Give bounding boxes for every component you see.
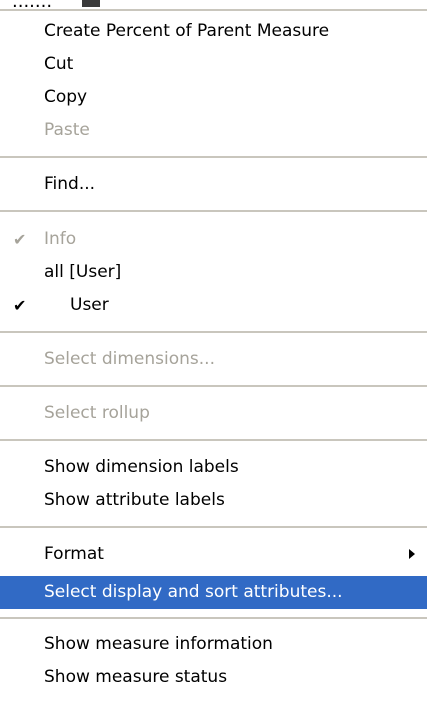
menu-item-label: all [User] [44, 262, 122, 282]
menu-item-label: Show measure status [44, 667, 228, 687]
menu-item-find[interactable]: Find... [0, 168, 427, 201]
menu-separator [0, 617, 427, 619]
menu-item-show-attribute-labels[interactable]: Show attribute labels [0, 484, 427, 517]
menu-item-label: Show dimension labels [44, 457, 239, 477]
menu-separator [0, 385, 427, 387]
menu-item-select-rollup: Select rollup [0, 397, 427, 430]
menu-item-all-user[interactable]: all [User] [0, 256, 427, 289]
menu-item-label: Select display and sort attributes... [44, 582, 343, 602]
menu-item-label: Paste [44, 120, 90, 140]
menu-item-create-percent-of-parent-measure[interactable]: Create Percent of Parent Measure [0, 15, 427, 48]
menu-item-select-dimensions: Select dimensions... [0, 343, 427, 376]
menu-item-label: Show attribute labels [44, 490, 225, 510]
menu-item-info: ✔ Info [0, 223, 427, 256]
menu-item-label: Cut [44, 54, 74, 74]
menu-item-label: Find... [44, 174, 96, 194]
menu-separator [0, 331, 427, 333]
menu-item-format[interactable]: Format [0, 538, 427, 571]
submenu-arrow-icon [409, 549, 415, 559]
menu-item-show-measure-status[interactable]: Show measure status [0, 661, 427, 694]
menu-item-select-display-and-sort-attributes[interactable]: Select display and sort attributes... [0, 576, 427, 609]
menu-item-label: Format [44, 544, 104, 564]
menu-item-copy[interactable]: Copy [0, 81, 427, 114]
menu-item-label: Show measure information [44, 634, 273, 654]
menu-item-cut[interactable]: Cut [0, 48, 427, 81]
menu-item-user[interactable]: ✔ User [0, 289, 427, 322]
menu-item-show-dimension-labels[interactable]: Show dimension labels [0, 451, 427, 484]
check-icon: ✔ [13, 296, 27, 315]
menu-separator [0, 156, 427, 158]
check-icon: ✔ [13, 230, 27, 249]
menu-item-show-measure-information[interactable]: Show measure information [0, 628, 427, 661]
menu-separator [0, 526, 427, 528]
menu-item-label: Select rollup [44, 403, 150, 423]
menu-separator [0, 210, 427, 212]
menu-item-paste: Paste [0, 114, 427, 147]
menu-separator [0, 439, 427, 441]
background-icon [82, 0, 100, 7]
menu-item-label: Select dimensions... [44, 349, 215, 369]
menu-item-label: Copy [44, 87, 88, 107]
menu-item-label: Create Percent of Parent Measure [44, 21, 330, 41]
context-menu: Create Percent of Parent Measure Cut Cop… [0, 9, 427, 707]
menu-item-label: Info [44, 229, 77, 249]
menu-item-label: User [70, 295, 109, 315]
